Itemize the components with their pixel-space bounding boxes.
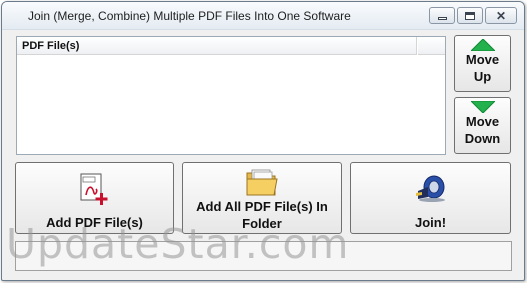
add-pdf-files-button[interactable]: Add PDF File(s) xyxy=(15,162,174,234)
maximize-button[interactable] xyxy=(457,7,483,24)
add-all-pdf-files-in-folder-button[interactable]: Add All PDF File(s) In Folder xyxy=(182,162,342,234)
green-up-arrow-icon xyxy=(470,39,495,51)
title-bar[interactable]: Join (Merge, Combine) Multiple PDF Files… xyxy=(2,2,524,30)
join-button[interactable]: Join! xyxy=(350,162,511,234)
add-pdf-files-label: Add PDF File(s) xyxy=(46,215,143,230)
column-header-pdf-files[interactable]: PDF File(s) xyxy=(17,37,417,55)
add-all-label-line2: Folder xyxy=(242,216,282,231)
tape-dispenser-icon xyxy=(415,175,445,202)
minimize-button[interactable] xyxy=(429,7,455,24)
move-down-label-line1: Move xyxy=(465,114,500,129)
pdf-file-list[interactable]: PDF File(s) xyxy=(16,36,446,155)
move-up-button[interactable]: Move Up xyxy=(454,35,511,92)
green-down-arrow-icon xyxy=(470,101,495,113)
status-bar xyxy=(15,241,512,271)
minimize-icon xyxy=(437,16,447,20)
window-title: Join (Merge, Combine) Multiple PDF Files… xyxy=(28,9,351,23)
add-all-label-line1: Add All PDF File(s) In xyxy=(196,199,328,214)
move-up-label-line2: Up xyxy=(473,69,492,84)
move-down-label-line2: Down xyxy=(464,131,501,146)
join-label: Join! xyxy=(414,215,447,230)
pdf-add-icon xyxy=(80,173,107,205)
app-window: Join (Merge, Combine) Multiple PDF Files… xyxy=(1,1,525,281)
close-icon: ✕ xyxy=(495,8,507,23)
close-button[interactable]: ✕ xyxy=(485,7,517,24)
maximize-icon xyxy=(465,11,475,20)
column-header-filler xyxy=(418,37,445,55)
move-down-button[interactable]: Move Down xyxy=(454,97,511,154)
folder-icon xyxy=(246,169,278,196)
move-up-label-line1: Move xyxy=(465,52,500,67)
